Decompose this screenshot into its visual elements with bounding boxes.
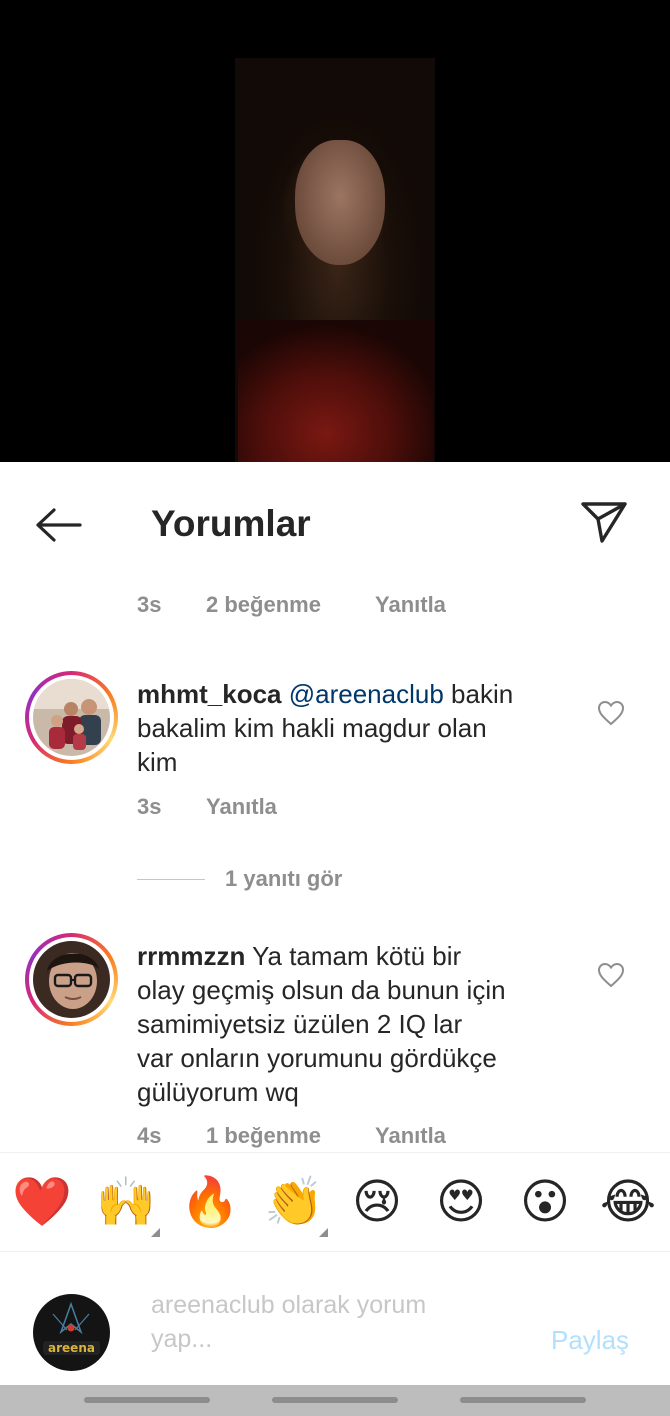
comment-input-placeholder: areenaclub olarak yorum: [151, 1291, 427, 1319]
emoji-clap-button[interactable]: 👏: [264, 1173, 328, 1237]
emoji-raised-hands-icon: 🙌: [96, 1176, 156, 1229]
comment-time: 4s: [137, 1123, 162, 1148]
my-avatar: areena: [33, 1294, 110, 1371]
comment-text-line: bakin: [443, 679, 514, 709]
heart-outline-icon: [597, 962, 625, 988]
comment-composer: areena areenaclub olarak yorum yap... Pa…: [0, 1251, 670, 1385]
comment-input[interactable]: areenaclub olarak yorum yap...: [151, 1288, 511, 1356]
comment-body: mhmt_koca @areenaclub bakin bakalim kim …: [137, 677, 577, 779]
paper-plane-icon: [581, 502, 627, 543]
comment-text-line: kim: [137, 747, 178, 777]
avatar-photo: [33, 679, 110, 756]
emoji-heart-button[interactable]: ❤️: [12, 1173, 72, 1233]
areena-logo-icon: areena: [33, 1294, 110, 1371]
video-person-shirt: [238, 320, 433, 462]
comment-text-line: gülüyorum wq: [137, 1077, 299, 1107]
comment-mention[interactable]: @areenaclub: [289, 679, 444, 709]
like-comment-button[interactable]: [596, 699, 626, 727]
comment-input-placeholder: yap...: [151, 1325, 213, 1353]
avatar[interactable]: [25, 933, 118, 1026]
comment-body: rrmmzzn Ya tamam kötü bir olay geçmiş ol…: [137, 939, 577, 1109]
video-person-face: [295, 140, 385, 265]
emoji-fire-button[interactable]: 🔥: [180, 1173, 240, 1233]
post-comment-button[interactable]: Paylaş: [551, 1323, 629, 1357]
comment-time: 3s: [137, 592, 162, 617]
page-title: Yorumlar: [151, 503, 311, 544]
share-direct-button[interactable]: [578, 498, 630, 546]
emoji-surprised-button[interactable]: 😮: [515, 1173, 575, 1233]
emoji-bar: ❤️ 🙌 🔥 👏 😢 😍 😮 😂: [0, 1152, 670, 1250]
nav-home-button[interactable]: [272, 1397, 398, 1403]
family-photo-icon: [33, 679, 110, 756]
comment-username[interactable]: rrmmzzn: [137, 941, 245, 971]
view-replies-label: 1 yanıtı gör: [225, 866, 343, 891]
comment-text-line: bakalim kim hakli magdur olan: [137, 713, 487, 743]
svg-text:areena: areena: [48, 1341, 95, 1355]
comment-text-line: Ya tamam kötü bir: [245, 941, 462, 971]
replies-divider: [137, 878, 205, 880]
comments-header: Yorumlar: [0, 462, 670, 582]
person-glasses-icon: [33, 941, 110, 1018]
heart-outline-icon: [597, 700, 625, 726]
comment-text-line: var onların yorumunu gördükçe: [137, 1043, 497, 1073]
system-navigation-bar: [0, 1385, 670, 1416]
skin-tone-indicator: [319, 1228, 328, 1237]
like-comment-button[interactable]: [596, 961, 626, 989]
reply-button[interactable]: Yanıtla: [375, 1122, 446, 1150]
nav-back-button[interactable]: [460, 1397, 586, 1403]
comment-likes[interactable]: 2 beğenme: [206, 591, 321, 619]
emoji-heart-eyes-button[interactable]: 😍: [431, 1173, 491, 1233]
view-replies-button[interactable]: 1 yanıtı gör: [137, 866, 342, 892]
emoji-raised-hands-button[interactable]: 🙌: [96, 1173, 160, 1237]
comment-likes[interactable]: 1 beğenme: [206, 1122, 321, 1150]
live-video[interactable]: [0, 0, 670, 462]
reply-button[interactable]: Yanıtla: [375, 591, 446, 619]
arrow-left-icon: [36, 508, 82, 542]
avatar[interactable]: [25, 671, 118, 764]
emoji-joy-button[interactable]: 😂: [598, 1173, 658, 1233]
comment-time: 3s: [137, 794, 162, 819]
comment-text-line: samimiyetsiz üzülen 2 IQ lar: [137, 1009, 463, 1039]
skin-tone-indicator: [151, 1228, 160, 1237]
comment-text-line: olay geçmiş olsun da bunun için: [137, 975, 506, 1005]
avatar-photo: [33, 941, 110, 1018]
comment-username[interactable]: mhmt_koca: [137, 679, 282, 709]
reply-button[interactable]: Yanıtla: [206, 793, 277, 821]
back-button[interactable]: [30, 502, 86, 548]
emoji-cry-button[interactable]: 😢: [347, 1173, 407, 1233]
emoji-clap-icon: 👏: [264, 1176, 324, 1229]
nav-recents-button[interactable]: [84, 1397, 210, 1403]
